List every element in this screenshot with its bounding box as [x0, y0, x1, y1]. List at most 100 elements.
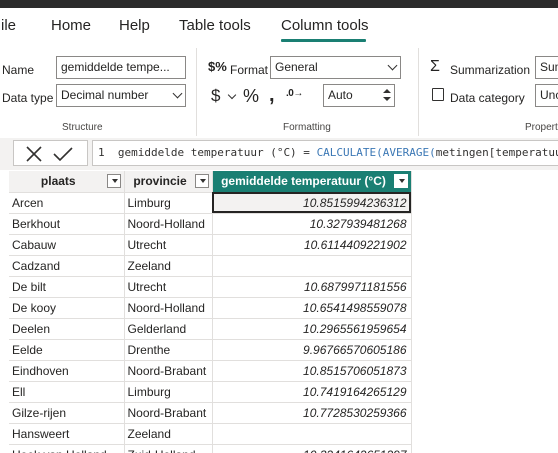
cell-plaats[interactable]: Eelde: [9, 339, 125, 361]
menu-column-tools[interactable]: Column tools: [281, 17, 369, 34]
cell-plaats[interactable]: De bilt: [9, 276, 125, 298]
cell-provincie[interactable]: Gelderland: [124, 318, 213, 340]
data-category-label: Data category: [450, 91, 525, 105]
spin-up-icon[interactable]: [383, 89, 391, 93]
summarization-select[interactable]: Sum: [535, 56, 558, 79]
cell-plaats[interactable]: De kooy: [9, 297, 125, 319]
format-label: Format: [230, 63, 269, 77]
table-row[interactable]: Ell Limburg 10.7419164265129: [9, 381, 412, 403]
cell-temperatuur[interactable]: [212, 423, 412, 445]
cell-plaats[interactable]: Berkhout: [9, 213, 125, 235]
formula-commit-box: [13, 140, 88, 166]
ribbon-divider: [196, 48, 197, 136]
cell-provincie[interactable]: Noord-Holland: [124, 213, 213, 235]
cell-plaats[interactable]: Cabauw: [9, 234, 125, 256]
cell-plaats[interactable]: Eindhoven: [9, 360, 125, 382]
table-row[interactable]: Eindhoven Noord-Brabant 10.8515706051873: [9, 360, 412, 382]
cell-provincie[interactable]: Noord-Brabant: [124, 402, 213, 424]
decimal-places-input[interactable]: Auto: [323, 84, 395, 107]
menu-help[interactable]: Help: [119, 17, 150, 34]
cell-provincie[interactable]: Noord-Holland: [124, 297, 213, 319]
table-row[interactable]: Cadzand Zeeland: [9, 255, 412, 277]
table-row[interactable]: Hansweert Zeeland: [9, 423, 412, 445]
cell-provincie[interactable]: Utrecht: [124, 276, 213, 298]
cell-provincie[interactable]: Drenthe: [124, 339, 213, 361]
table-header-row: plaats provincie gemiddelde temperatuur …: [9, 171, 412, 193]
cell-temperatuur[interactable]: 10.3241642651297: [212, 444, 412, 453]
cell-plaats[interactable]: Hansweert: [9, 423, 125, 445]
data-table-view: plaats provincie gemiddelde temperatuur …: [9, 171, 558, 453]
datatype-value: Decimal number: [61, 88, 149, 102]
column-header-gemiddelde-temperatuur[interactable]: gemiddelde temperatuur (°C): [212, 171, 412, 193]
cell-provincie[interactable]: Zeeland: [124, 423, 213, 445]
name-label: Name: [2, 63, 35, 77]
cell-provincie[interactable]: Limburg: [124, 381, 213, 403]
cell-temperatuur[interactable]: 9.96766570605186: [212, 339, 412, 361]
table-row[interactable]: Gilze-rijen Noord-Brabant 10.7728530259366: [9, 402, 412, 424]
menu-table-tools[interactable]: Table tools: [179, 17, 251, 34]
cell-provincie[interactable]: Noord-Brabant: [124, 360, 213, 382]
cell-provincie[interactable]: Limburg: [124, 192, 213, 214]
spin-down-icon[interactable]: [383, 97, 391, 101]
decimal-places-value: Auto: [328, 88, 353, 102]
filter-dropdown-icon[interactable]: [393, 174, 408, 188]
table-row[interactable]: Cabauw Utrecht 10.6114409221902: [9, 234, 412, 256]
filter-dropdown-icon[interactable]: [106, 174, 121, 188]
cell-plaats[interactable]: Arcen: [9, 192, 125, 214]
formula-text-suffix: metingen[temperatuur: [435, 146, 558, 159]
cell-plaats[interactable]: Cadzand: [9, 255, 125, 277]
filter-dropdown-icon[interactable]: [194, 174, 209, 188]
datatype-label: Data type: [2, 91, 54, 105]
cell-plaats[interactable]: Ell: [9, 381, 125, 403]
table-row[interactable]: Eelde Drenthe 9.96766570605186: [9, 339, 412, 361]
cell-temperatuur[interactable]: 10.7419164265129: [212, 381, 412, 403]
decimal-places-icon[interactable]: .0→: [286, 88, 303, 99]
table-row[interactable]: Berkhout Noord-Holland 10.327939481268: [9, 213, 412, 235]
window-title-bar: [0, 0, 558, 8]
formula-function: CALCULATE(AVERAGE(: [316, 146, 436, 159]
commit-check-icon[interactable]: [53, 147, 73, 162]
cell-plaats[interactable]: Gilze-rijen: [9, 402, 125, 424]
currency-dropdown-chevron-icon[interactable]: [227, 90, 237, 100]
cell-temperatuur[interactable]: 10.327939481268: [212, 213, 412, 235]
cell-temperatuur[interactable]: 10.8515706051873: [212, 360, 412, 382]
cell-temperatuur[interactable]: 10.8515994236312: [212, 192, 412, 214]
table-row[interactable]: Arcen Limburg 10.8515994236312: [9, 192, 412, 214]
data-category-select[interactable]: Unc: [535, 84, 558, 107]
formula-text-prefix: gemiddelde temperatuur (°C) =: [117, 146, 317, 159]
table-row[interactable]: De kooy Noord-Holland 10.6541498559078: [9, 297, 412, 319]
cancel-icon[interactable]: [26, 146, 42, 162]
cell-temperatuur[interactable]: 10.2965561959654: [212, 318, 412, 340]
cell-temperatuur[interactable]: 10.6114409221902: [212, 234, 412, 256]
formula-input[interactable]: 1 gemiddelde temperatuur (°C) = CALCULAT…: [92, 140, 558, 166]
currency-icon[interactable]: $: [211, 86, 220, 106]
cell-provincie[interactable]: Zeeland: [124, 255, 213, 277]
data-category-icon: [432, 88, 444, 101]
table-row[interactable]: De bilt Utrecht 10.6879971181556: [9, 276, 412, 298]
menu-home[interactable]: Home: [51, 17, 91, 34]
formatting-group-label: Formatting: [283, 122, 331, 133]
table-row[interactable]: Hoek van HollandZuid-Holland10.324164265…: [9, 444, 412, 453]
properties-group-label: Propert: [525, 122, 558, 133]
column-name-input[interactable]: gemiddelde tempe...: [56, 56, 186, 79]
cell-temperatuur[interactable]: 10.6879971181556: [212, 276, 412, 298]
chevron-down-icon: [387, 60, 398, 71]
format-select[interactable]: General: [270, 56, 401, 79]
menu-file[interactable]: ile: [1, 17, 16, 34]
column-header-provincie[interactable]: provincie: [124, 171, 213, 193]
cell-temperatuur[interactable]: 10.7728530259366: [212, 402, 412, 424]
cell-temperatuur[interactable]: 10.6541498559078: [212, 297, 412, 319]
ribbon-divider: [418, 48, 419, 136]
chevron-down-icon: [172, 88, 183, 99]
percent-icon[interactable]: %: [243, 86, 259, 107]
table-row[interactable]: Deelen Gelderland 10.2965561959654: [9, 318, 412, 340]
table-body: Arcen Limburg 10.8515994236312 Berkhout Noor…: [9, 192, 412, 453]
cell-plaats[interactable]: Deelen: [9, 318, 125, 340]
column-header-plaats[interactable]: plaats: [9, 171, 125, 193]
datatype-select[interactable]: Decimal number: [56, 84, 186, 107]
cell-plaats[interactable]: Hoek van Holland: [9, 444, 125, 453]
comma-icon[interactable]: ,: [269, 84, 275, 107]
cell-provincie[interactable]: Zuid-Holland: [124, 444, 213, 453]
cell-temperatuur[interactable]: [212, 255, 412, 277]
cell-provincie[interactable]: Utrecht: [124, 234, 213, 256]
